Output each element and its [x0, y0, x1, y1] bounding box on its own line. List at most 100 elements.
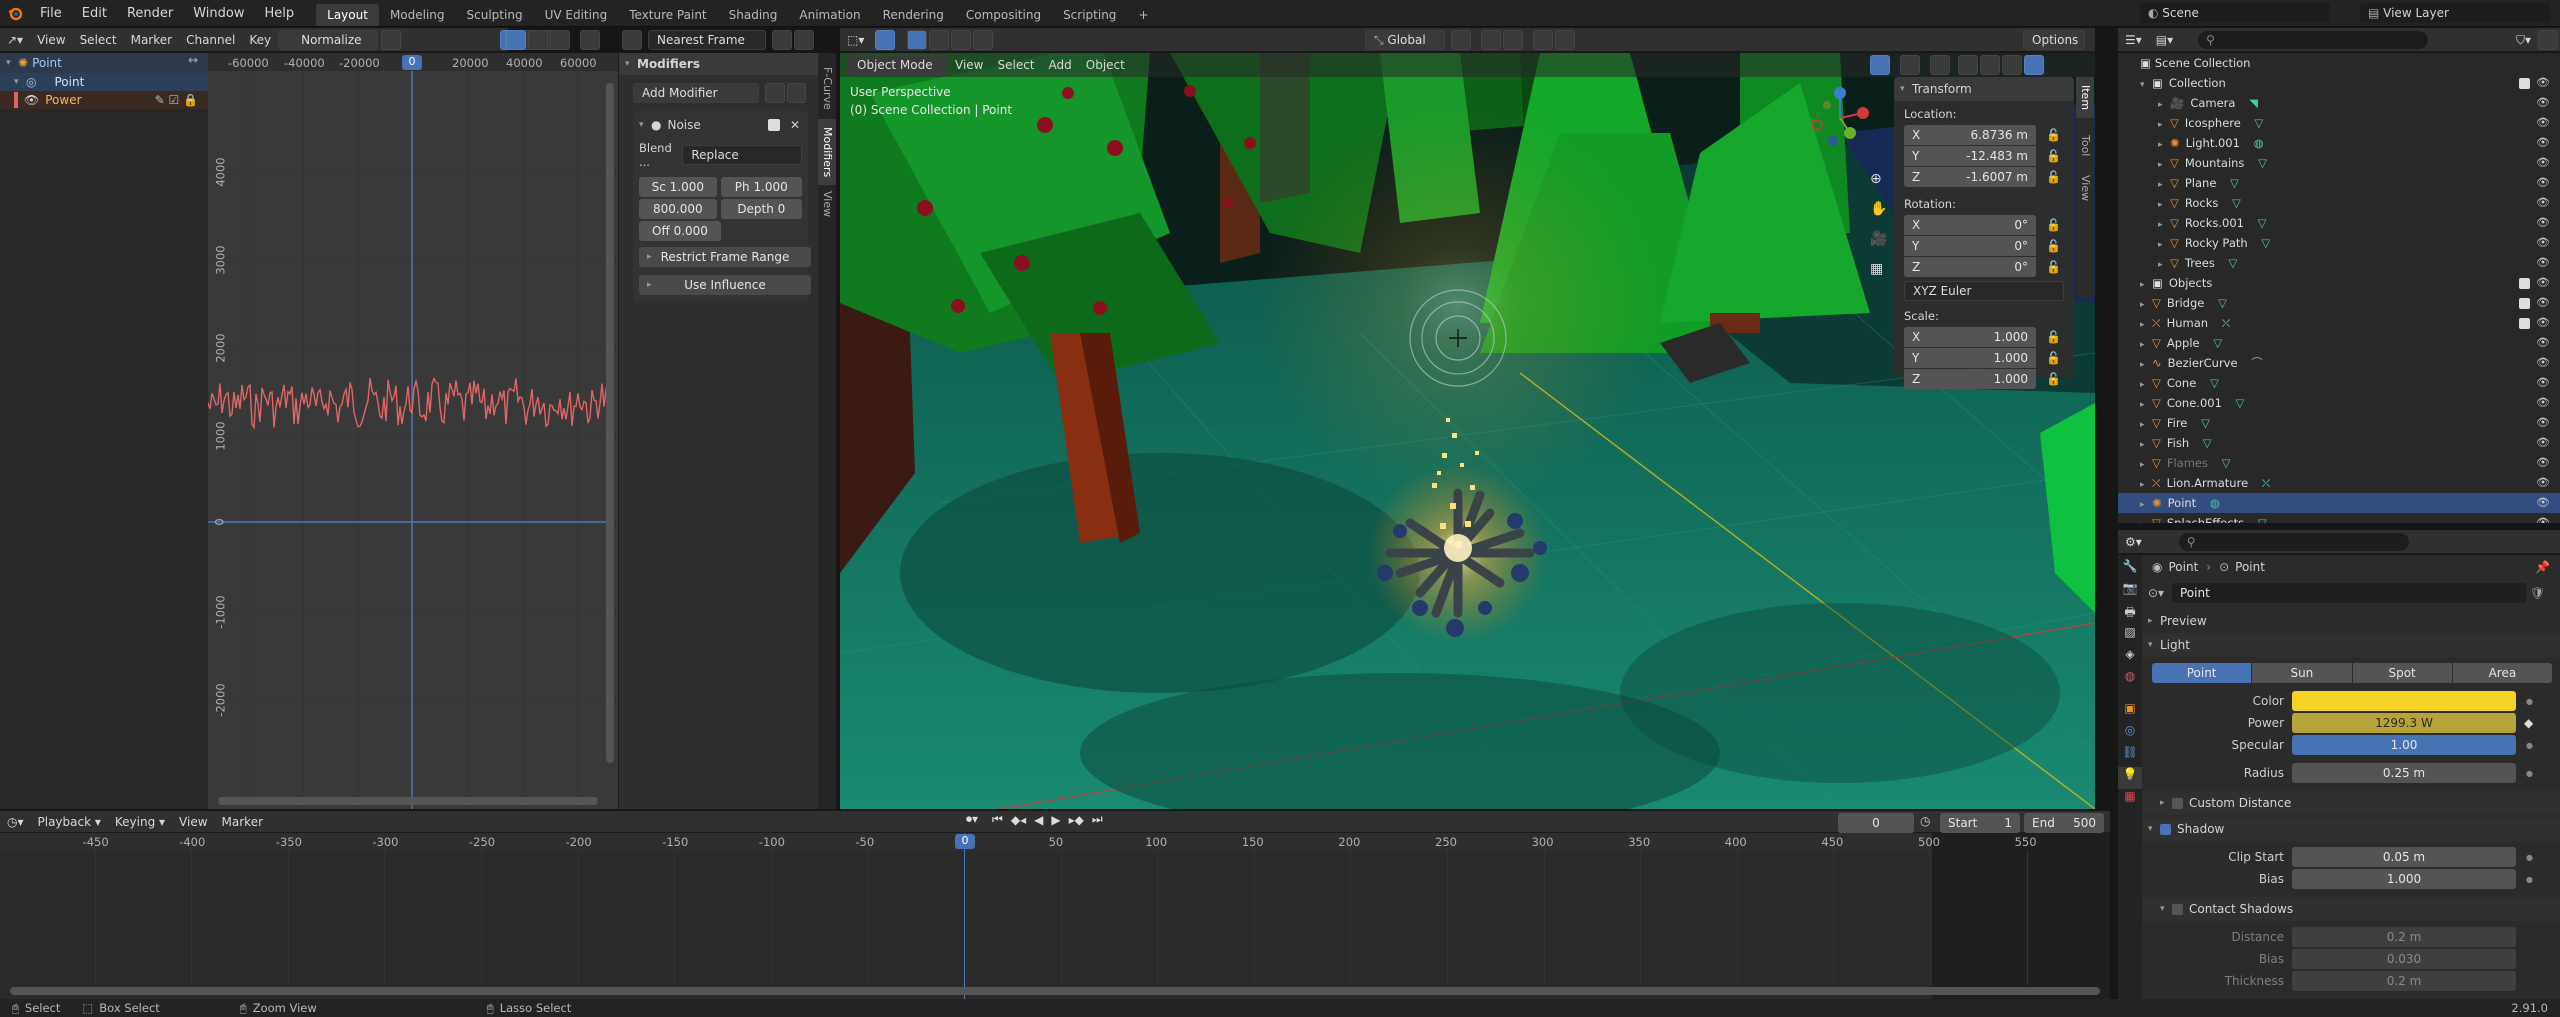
keyframe-dot-icon[interactable]: ● — [2526, 853, 2533, 862]
outliner-item[interactable]: ▸ ▽ Trees ▽ 👁 — [2118, 253, 2560, 273]
orientation-dropdown[interactable]: ⤡ Global — [1365, 30, 1445, 50]
disclosure-triangle-icon[interactable]: ▸ — [2158, 95, 2170, 115]
outliner-item[interactable]: ▸ ⛌ Lion.Armature ⛌ 👁 — [2118, 473, 2560, 493]
disclosure-triangle-icon[interactable]: ▸ — [2158, 255, 2170, 275]
outliner-item[interactable]: ▸ ✺ Point ◍ 👁 — [2118, 493, 2560, 513]
keyframe-dot-icon[interactable]: ● — [2526, 769, 2533, 778]
end-frame-field[interactable]: End 500 — [2024, 813, 2104, 833]
pin-icon[interactable]: 📌 — [2535, 560, 2550, 574]
visibility-eye-icon[interactable]: 👁 — [2536, 213, 2550, 233]
timeline-scrollbar[interactable] — [10, 987, 2100, 995]
lock-icon[interactable]: 🔓 — [2046, 351, 2061, 365]
camera-view-icon[interactable]: 🎥 — [1870, 231, 1888, 249]
new-collection-icon[interactable] — [2538, 29, 2558, 50]
scale-field[interactable]: Sc 1.000 — [639, 177, 717, 197]
menu-help[interactable]: Help — [255, 0, 305, 27]
lock-icon[interactable]: 🔓 — [2046, 170, 2061, 184]
outliner-item[interactable]: ▸ ▣ Objects 👁 — [2118, 273, 2560, 293]
tab-fcurve[interactable]: F-Curve — [819, 61, 836, 116]
outliner-item[interactable]: ▸ ▽ Fire ▽ 👁 — [2118, 413, 2560, 433]
location-y-field[interactable]: Y -12.483 m — [1904, 146, 2036, 166]
custom-distance-header[interactable]: ▸ Custom Distance — [2142, 791, 2560, 815]
jump-keyframe-forward-icon[interactable]: ▸◆ — [1069, 813, 1084, 827]
timeline-region[interactable]: -450 -400 -350 -300 -250 -200 -150 -100 -50 50 100… — [0, 833, 2110, 999]
lock-icon[interactable]: 🔓 — [2046, 260, 2061, 274]
fcurve-icon[interactable] — [794, 30, 814, 50]
outliner-filter-icon[interactable]: ⛉▾ — [2509, 30, 2538, 50]
lock-icon[interactable]: 🔓 — [2046, 330, 2061, 344]
disclosure-triangle-icon[interactable]: ▸ — [2158, 235, 2170, 255]
visibility-eye-icon[interactable]: 👁 — [2536, 433, 2550, 453]
disclosure-triangle-icon[interactable]: ▸ — [2158, 195, 2170, 215]
keyframe-dot-icon[interactable]: ● — [2526, 875, 2533, 884]
disclosure-triangle-icon[interactable]: ▸ — [2140, 355, 2152, 375]
view-layer-selector[interactable]: ▤ View Layer — [2360, 3, 2550, 23]
current-frame-indicator[interactable]: 0 — [402, 55, 422, 70]
viewport-menu-select[interactable]: Select — [990, 55, 1041, 75]
tab-item[interactable]: Item — [2076, 77, 2094, 119]
tab-layout[interactable]: Layout — [316, 3, 379, 26]
transform-header[interactable]: ▾ Transform — [1894, 77, 2074, 101]
disclosure-triangle-icon[interactable]: ▸ — [2140, 455, 2152, 475]
box-tool-icon[interactable] — [528, 30, 548, 50]
keyframe-dot-icon[interactable]: ● — [2526, 697, 2533, 706]
visibility-eye-icon[interactable]: 👁 — [2536, 313, 2550, 333]
overlay-toggle-icon[interactable] — [1900, 55, 1920, 75]
disclosure-triangle-icon[interactable]: ▸ — [2158, 175, 2170, 195]
shadow-header[interactable]: ▾ Shadow — [2142, 817, 2560, 841]
preview-panel-header[interactable]: ▸ Preview — [2142, 609, 2560, 633]
view-layer-tab-icon[interactable]: ▨ — [2118, 625, 2142, 647]
editor-type-icon[interactable]: ↗▾ — [0, 30, 30, 50]
proportional-edit-icon[interactable] — [1533, 30, 1553, 50]
light-color-swatch[interactable] — [2292, 691, 2516, 711]
location-z-field[interactable]: Z -1.6007 m — [1904, 167, 2036, 187]
viewport-editor-type-icon[interactable]: ⬚▾ — [840, 30, 871, 50]
tab-view[interactable]: View — [2077, 169, 2094, 207]
rotation-x-field[interactable]: X 0° — [1904, 215, 2036, 235]
channel-toggles-icon[interactable]: ✎ ☑ 🔒 — [155, 93, 198, 107]
contact-shadows-checkbox[interactable] — [2172, 903, 2183, 915]
disclosure-triangle-icon[interactable]: ▸ — [2140, 335, 2152, 355]
gizmo-toggle-icon[interactable] — [1870, 55, 1890, 75]
channel-expand-icon[interactable]: ↔ — [188, 53, 208, 71]
outliner-item[interactable]: ▸ ▽ Icosphere ▽ 👁 — [2118, 113, 2560, 133]
thickness-field[interactable]: 0.2 m — [2292, 971, 2516, 991]
solid-shading-icon[interactable] — [1980, 55, 2000, 75]
modifiers-panel-header[interactable]: ▾ Modifiers — [619, 53, 818, 75]
visibility-eye-icon[interactable]: 👁 — [2536, 173, 2550, 193]
outliner-scene-collection[interactable]: ▣ Scene Collection — [2118, 53, 2560, 73]
disclosure-triangle-icon[interactable]: ▸ — [2140, 515, 2152, 523]
tab-modifiers[interactable]: Modifiers — [818, 119, 836, 186]
channel-object[interactable]: ▾ ✺ Point — [0, 53, 208, 73]
refresh-icon[interactable] — [381, 29, 402, 50]
timeline-frame-indicator[interactable]: 0 — [955, 834, 975, 849]
radius-field[interactable]: 0.25 m — [2292, 763, 2516, 783]
visibility-eye-icon[interactable]: 👁 — [2536, 393, 2550, 413]
visibility-eye-icon[interactable]: 👁 — [2536, 373, 2550, 393]
tab-uv-editing[interactable]: UV Editing — [534, 4, 619, 26]
tab-rendering[interactable]: Rendering — [872, 4, 955, 26]
normalize-toggle[interactable]: Normalize — [278, 29, 379, 50]
disclosure-triangle-icon[interactable]: ▸ — [2158, 115, 2170, 135]
power-field[interactable]: 1299.3 W — [2292, 713, 2516, 733]
visibility-eye-icon[interactable]: 👁 — [2536, 273, 2550, 293]
snap-element-icon[interactable] — [1503, 30, 1523, 50]
jump-end-icon[interactable]: ⏭ — [1092, 812, 1103, 827]
auto-keying-icon[interactable]: ⏺▾ — [966, 812, 978, 827]
offset-field[interactable]: Off 0.000 — [639, 221, 721, 241]
play-icon[interactable]: ▶ — [1051, 813, 1060, 827]
start-frame-field[interactable]: Start 1 — [1940, 813, 2020, 833]
exclude-checkbox[interactable] — [2519, 298, 2530, 309]
graph-menu-marker[interactable]: Marker — [124, 30, 179, 50]
mode-intersect-icon[interactable] — [973, 29, 994, 50]
physics-tab-icon[interactable]: ◎ — [2118, 723, 2142, 745]
navigation-gizmo[interactable] — [1805, 83, 1875, 153]
disclosure-triangle-icon[interactable]: ▸ — [2140, 315, 2152, 335]
mode-extend-icon[interactable] — [929, 29, 950, 50]
remove-modifier-icon[interactable]: ✕ — [790, 118, 800, 132]
outliner-item[interactable]: ▸ ▽ Rocky Path ▽ 👁 — [2118, 233, 2560, 253]
blend-dropdown[interactable]: Replace — [682, 145, 802, 165]
vertical-scrollbar[interactable] — [606, 83, 614, 763]
output-tab-icon[interactable]: 🖶 — [2118, 603, 2142, 625]
outliner-search-input[interactable]: ⚲ — [2198, 30, 2429, 49]
